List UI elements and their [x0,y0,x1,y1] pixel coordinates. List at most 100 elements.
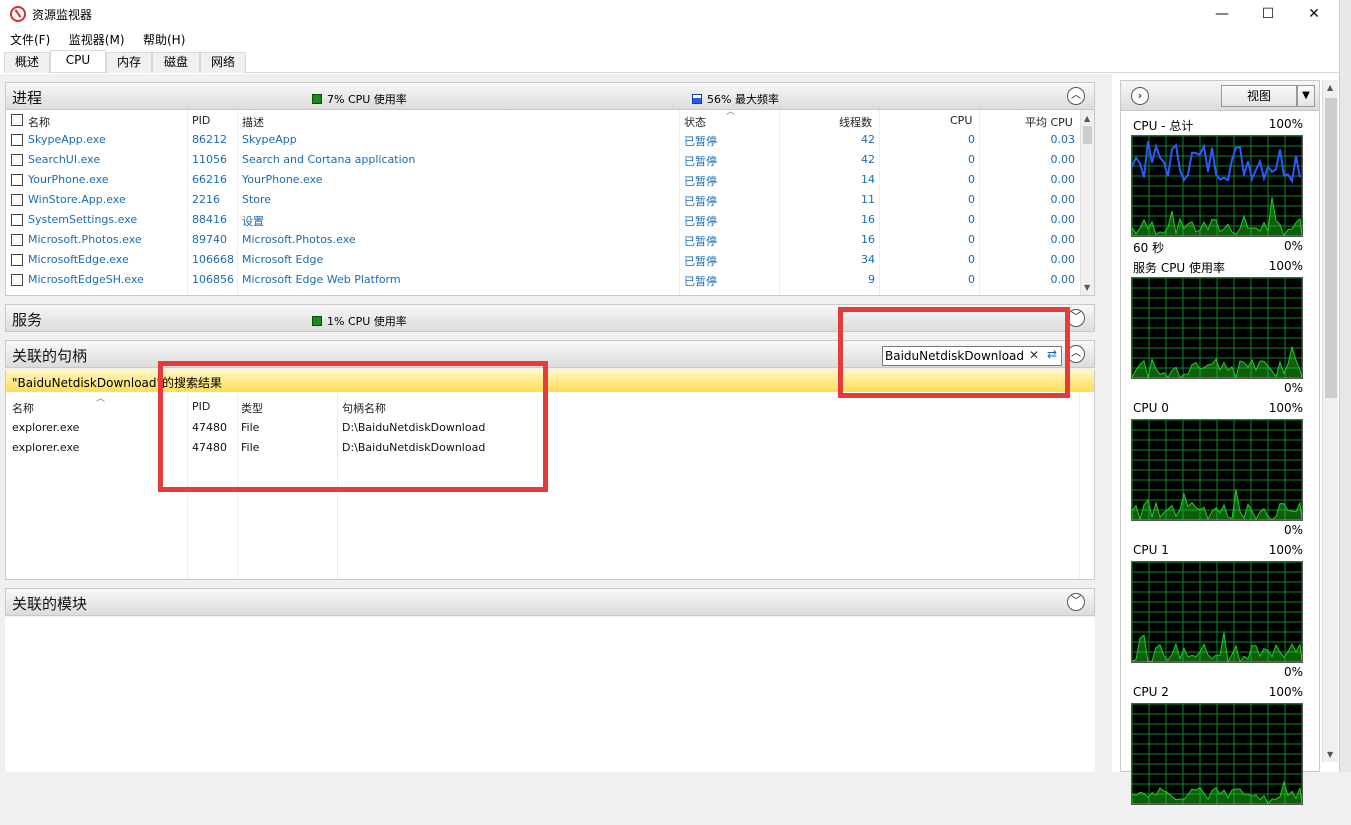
process-threads: 9 [868,273,875,286]
minimize-button[interactable]: — [1199,0,1245,28]
process-pid: 106856 [192,273,234,286]
process-checkbox[interactable] [11,254,23,266]
process-name: YourPhone.exe [28,173,109,186]
processes-title: 进程 [12,89,43,107]
process-threads: 42 [861,153,875,166]
process-status: 已暂停 [684,155,717,168]
graph-label: 服务 CPU 使用率 [1133,261,1226,275]
graph-min: 0% [1283,665,1303,679]
process-checkbox[interactable] [11,174,23,186]
handles-col-name[interactable]: 名称 [12,400,34,416]
process-row[interactable]: MicrosoftEdgeSH.exe 106856 Microsoft Edge … [6,270,1081,290]
tab-overview[interactable]: 概述 [4,52,50,73]
cpu-graph-block: CPU 2 100% [1131,685,1303,825]
process-threads: 16 [861,213,875,226]
process-checkbox[interactable] [11,274,23,286]
modules-expand-icon[interactable]: ﹀ [1067,593,1085,611]
process-checkbox[interactable] [11,134,23,146]
process-avg-cpu: 0.00 [1050,153,1076,166]
processes-cpu-usage-text: 7% CPU 使用率 [327,93,407,106]
process-name: SearchUI.exe [28,153,101,166]
cpu-graph-block: CPU 1 100% 0% [1131,543,1303,683]
process-row[interactable]: Microsoft.Photos.exe 89740 Microsoft.Photo… [6,230,1081,250]
processes-scrollbar[interactable]: ▲ ▼ [1080,110,1094,295]
close-button[interactable]: ✕ [1291,0,1337,28]
modules-header[interactable]: 关联的模块 ﹀ [5,588,1095,616]
graph-min: 0% [1283,239,1303,253]
process-row[interactable]: MicrosoftEdge.exe 106668 Microsoft Edge 已暂停… [6,250,1081,270]
process-checkbox[interactable] [11,154,23,166]
graph-label: CPU - 总计 [1133,119,1194,133]
sort-arrow-icon: ︿ [726,110,736,117]
process-cpu: 0 [968,233,975,246]
tab-disk[interactable]: 磁盘 [152,52,200,73]
process-cpu: 0 [968,193,975,206]
col-avg-cpu[interactable]: 平均 CPU [1025,114,1073,130]
expand-panel-icon[interactable]: › [1131,87,1149,105]
right-scroll-thumb[interactable] [1325,98,1337,398]
process-status: 已暂停 [684,195,717,208]
col-pid[interactable]: PID [192,114,210,127]
process-row[interactable]: YourPhone.exe 66216 YourPhone.exe 已暂停 14 0 0.0… [6,170,1081,190]
process-row[interactable]: SearchUI.exe 11056 Search and Cortana appl… [6,150,1081,170]
menu-bar: 文件(F) 监视器(M) 帮助(H) [0,29,1339,49]
col-description[interactable]: 描述 [242,114,264,130]
handle-process-name: explorer.exe [12,441,80,454]
process-checkbox[interactable] [11,234,23,246]
maximize-button[interactable]: ☐ [1245,0,1291,28]
handles-sort-arrow-icon: ︿ [96,394,106,404]
process-pid: 88416 [192,213,227,226]
tab-network[interactable]: 网络 [200,52,246,73]
process-cpu: 0 [968,153,975,166]
cpu-graph-plot [1132,278,1302,378]
menu-monitor[interactable]: 监视器(M) [64,29,130,50]
tab-memory[interactable]: 内存 [106,52,152,73]
process-status: 已暂停 [684,275,717,288]
process-pid: 11056 [192,153,227,166]
process-description: Store [242,193,272,206]
process-row[interactable]: SystemSettings.exe 88416 设置 已暂停 16 0 0.00 [6,210,1081,230]
view-dropdown-icon[interactable]: ▼ [1297,85,1315,107]
process-name: Microsoft.Photos.exe [28,233,142,246]
process-pid: 2216 [192,193,220,206]
cpu-graph-plot [1132,562,1302,662]
tab-cpu[interactable]: CPU [50,50,106,72]
menu-help[interactable]: 帮助(H) [138,29,190,50]
process-row[interactable]: SkypeApp.exe 86212 SkypeApp 已暂停 42 0 0.03 [6,130,1081,150]
menu-file[interactable]: 文件(F) [5,29,55,50]
process-threads: 16 [861,233,875,246]
cpu-graph-block: 服务 CPU 使用率 100% 0% [1131,259,1303,399]
process-checkbox[interactable] [11,194,23,206]
processes-collapse-icon[interactable]: ︿ [1067,87,1085,105]
max-freq-swatch-icon [692,94,702,104]
cpu-graph [1131,135,1303,237]
graph-max: 100% [1268,401,1303,415]
col-threads[interactable]: 线程数 [839,114,872,130]
process-cpu: 0 [968,133,975,146]
process-avg-cpu: 0.03 [1050,133,1076,146]
select-all-checkbox[interactable] [11,114,23,126]
process-description: Microsoft.Photos.exe [242,233,356,246]
col-name[interactable]: 名称 [28,114,50,130]
process-avg-cpu: 0.00 [1050,213,1076,226]
process-cpu: 0 [968,213,975,226]
processes-max-frequency: 56% 最大频率 [692,91,779,107]
process-avg-cpu: 0.00 [1050,273,1076,286]
process-description: YourPhone.exe [242,173,323,186]
resource-monitor-window: 资源监视器 — ☐ ✕ 文件(F) 监视器(M) 帮助(H) 概述 CPU 内存… [0,0,1351,805]
process-checkbox[interactable] [11,214,23,226]
process-status: 已暂停 [684,175,717,188]
graph-max: 100% [1268,685,1303,699]
col-cpu[interactable]: CPU [950,114,972,127]
tab-strip: 概述 CPU 内存 磁盘 网络 [4,50,1339,73]
process-name: SkypeApp.exe [28,133,106,146]
right-panel-scrollbar[interactable]: ▲ ▼ [1322,80,1338,762]
view-button[interactable]: 视图 [1221,85,1297,107]
graph-label: CPU 1 [1133,543,1169,557]
services-title: 服务 [12,311,43,329]
cpu-graph-plot [1132,704,1302,804]
col-status[interactable]: 状态 [684,114,706,130]
processes-header[interactable]: 进程 7% CPU 使用率 56% 最大频率 ︿ [5,82,1095,110]
process-row[interactable]: WinStore.App.exe 2216 Store 已暂停 11 0 0.00 [6,190,1081,210]
services-cpu-usage: 1% CPU 使用率 [312,313,407,329]
